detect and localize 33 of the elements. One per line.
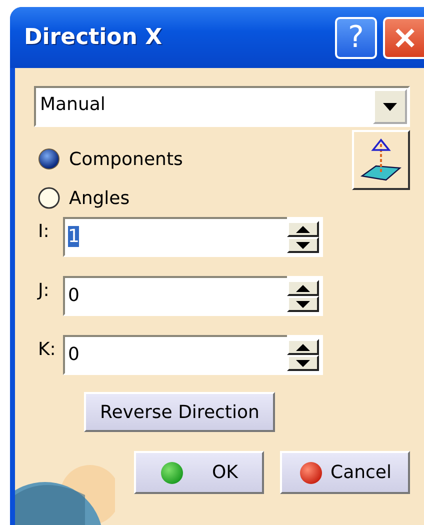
spin-up-button[interactable]	[287, 339, 319, 355]
spin-up-button[interactable]	[287, 280, 319, 296]
dropdown-button[interactable]	[373, 89, 407, 124]
down-arrow-icon	[296, 300, 310, 308]
number-field[interactable]: 1	[63, 217, 287, 257]
field-label: I:	[37, 220, 50, 242]
ball-icon	[160, 460, 184, 484]
field-label: K:	[37, 338, 57, 360]
field-label: J:	[36, 279, 50, 301]
cancel-button[interactable]: Cancel	[280, 451, 410, 494]
window-title: Direction X	[24, 25, 164, 50]
ball-icon	[298, 460, 322, 484]
reverse-direction-button[interactable]: Reverse Direction	[84, 392, 276, 432]
help-button[interactable]: ?	[335, 16, 377, 58]
spin-down-button[interactable]	[287, 296, 319, 312]
down-arrow-icon	[296, 360, 310, 366]
radio-option[interactable]: Angles	[38, 184, 183, 212]
spin-down-button[interactable]	[287, 355, 319, 371]
up-arrow-icon	[296, 284, 310, 292]
mode-dropdown[interactable]: Manual	[34, 86, 410, 127]
close-icon	[394, 26, 416, 48]
close-button[interactable]	[383, 16, 424, 58]
number-field[interactable]: 0	[63, 276, 287, 316]
number-field[interactable]: 0	[63, 335, 287, 375]
up-arrow-icon	[296, 226, 310, 232]
ok-button[interactable]: OK	[134, 451, 264, 494]
caret-icon	[383, 102, 397, 110]
up-arrow-icon	[296, 344, 310, 350]
radio-option[interactable]: Components	[38, 145, 183, 173]
direction-button[interactable]	[352, 130, 410, 190]
spin-down-button[interactable]	[287, 237, 319, 253]
down-arrow-icon	[296, 242, 310, 248]
spin-up-button[interactable]	[287, 221, 319, 237]
